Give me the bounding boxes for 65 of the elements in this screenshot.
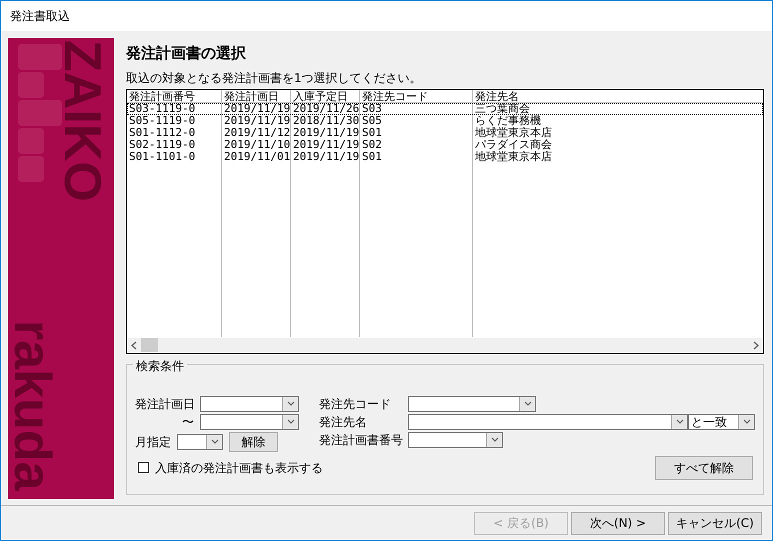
dropdown-field[interactable] — [408, 414, 688, 430]
column-header: 発注計画番号 — [129, 90, 195, 102]
next-button[interactable]: 次へ(N) > — [571, 512, 665, 534]
chevron-down-icon — [286, 401, 294, 406]
table-cell: S01 — [362, 126, 382, 138]
field-label: 発注計画日 — [135, 396, 196, 412]
chevron-down-icon — [210, 439, 218, 444]
scroll-left-icon[interactable] — [131, 340, 137, 350]
table-cell: パラダイス商会 — [475, 138, 552, 150]
clear-all-button[interactable]: すべて解除 — [655, 456, 753, 480]
table-cell: S01-1101-0 — [129, 150, 196, 162]
chevron-down-icon — [490, 437, 498, 442]
column-header: 入庫予定日 — [293, 90, 348, 102]
window-title: 発注書取込 — [10, 8, 70, 25]
chevron-down-icon — [524, 401, 532, 406]
table-cell: らくだ事務機 — [475, 114, 541, 126]
range-label: 〜 — [182, 414, 194, 428]
table-cell: 2019/11/19 — [224, 114, 290, 126]
field-label: 発注計画書番号 — [319, 432, 404, 448]
instruction-text: 取込の対象となる発注計画書を1つ選択してください。 — [126, 70, 423, 86]
table-cell: 地球堂東京本店 — [475, 126, 552, 138]
table-cell: 2019/11/19 — [293, 150, 359, 162]
logo-text: rakuda — [8, 320, 58, 491]
table-cell: 地球堂東京本店 — [475, 150, 552, 162]
field-label: 月指定 — [135, 434, 172, 450]
column-header: 発注先名 — [475, 90, 519, 102]
table-cell: S02-1119-0 — [129, 138, 196, 150]
scroll-right-icon[interactable] — [753, 340, 759, 350]
field-label: 発注先コード — [319, 396, 392, 412]
page-heading: 発注計画書の選択 — [126, 43, 247, 64]
table-cell: S02 — [362, 138, 382, 150]
column-header: 発注計画日 — [224, 90, 279, 102]
chevron-down-icon — [286, 419, 294, 424]
field-label: 発注先名 — [319, 414, 368, 430]
table-cell: S05 — [362, 114, 382, 126]
table-cell: 2019/11/26 — [293, 102, 359, 114]
chevron-down-icon — [742, 419, 750, 424]
horizontal-scrollbar[interactable] — [127, 336, 763, 352]
table-cell: 三つ葉商会 — [475, 102, 530, 114]
table-cell: S01-1112-0 — [129, 126, 196, 138]
column-header: 発注先コード — [362, 90, 428, 102]
table-cell: 2018/11/30 — [293, 114, 359, 126]
dropdown-field[interactable] — [408, 396, 536, 412]
focused-row[interactable]: S03-1119-0 2019/11/19 2019/11/26 S03 三つ葉商会 — [127, 102, 763, 114]
table-cell: S03 — [362, 102, 382, 114]
table-cell: S01 — [362, 150, 382, 162]
cancel-button[interactable]: キャンセル(C) — [668, 512, 762, 534]
table-cell: 2019/11/12 — [224, 126, 290, 138]
table-cell: S03-1119-0 — [129, 102, 196, 114]
checkbox-icon[interactable] — [138, 462, 149, 473]
table-cell: S05-1119-0 — [129, 114, 196, 126]
dropdown-field[interactable]: と一致 — [688, 414, 755, 430]
dropdown-field[interactable] — [200, 396, 299, 412]
scroll-thumb[interactable] — [141, 338, 158, 352]
clear-button[interactable]: 解除 — [229, 432, 278, 452]
table-cell: 2019/11/19 — [293, 126, 359, 138]
dropdown-field[interactable] — [177, 434, 223, 450]
table-cell: 2019/11/19 — [224, 102, 290, 114]
logo-text: ZAIKO — [56, 40, 108, 202]
table-cell: 2019/11/01 — [224, 150, 290, 162]
dropdown-field[interactable] — [408, 432, 503, 448]
table-cell: 2019/11/19 — [293, 138, 359, 150]
dropdown-field[interactable] — [200, 414, 299, 430]
table-cell: 2019/11/10 — [224, 138, 290, 150]
chevron-down-icon — [676, 419, 684, 424]
